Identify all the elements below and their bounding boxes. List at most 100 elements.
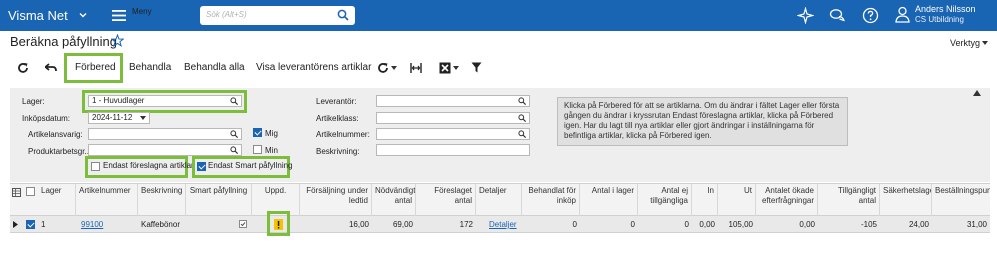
- cell-description: Kaffebönor: [141, 220, 180, 229]
- select-all-checkbox[interactable]: [26, 187, 35, 196]
- article-class-label: Artikelklass:: [316, 114, 359, 123]
- sparkle-icon[interactable]: [797, 7, 814, 24]
- search-icon[interactable]: [230, 146, 238, 154]
- col-smart[interactable]: Smart påfyllning: [186, 184, 252, 217]
- refresh-dropdown-icon[interactable]: [377, 62, 389, 74]
- grid-settings-icon[interactable]: [12, 188, 21, 197]
- search-placeholder: Sök (Alt+S): [206, 10, 247, 19]
- search-icon[interactable]: [230, 130, 238, 138]
- hamburger-icon: [112, 10, 126, 21]
- warehouse-value: 1 - Huvudlager: [92, 96, 145, 105]
- purchase-date-field[interactable]: 2024-11-12: [88, 112, 150, 124]
- smart-checkmark-icon: [239, 220, 247, 228]
- refresh-icon[interactable]: [17, 62, 29, 74]
- col-sales-lead[interactable]: Försäljning under ledtid: [300, 184, 372, 217]
- mine-label: Mig: [265, 129, 278, 138]
- warehouse-field[interactable]: 1 - Huvudlager: [88, 95, 242, 107]
- supplier-label: Leverantör:: [316, 97, 357, 106]
- warning-icon[interactable]: [274, 219, 283, 230]
- col-required[interactable]: Nödvändigt antal: [372, 184, 416, 217]
- col-safety[interactable]: Säkerhetslager: [880, 184, 932, 217]
- chevron-down-icon[interactable]: [78, 10, 88, 20]
- row-select-checkbox[interactable]: [26, 220, 35, 229]
- col-warehouse[interactable]: Lager: [38, 184, 76, 217]
- product-manager-label: Produktarbetsgr...: [28, 147, 92, 156]
- cell-in-stock: 0: [630, 220, 635, 229]
- description-field[interactable]: [376, 144, 530, 156]
- chevron-down-icon[interactable]: [391, 66, 397, 70]
- search-icon[interactable]: [230, 97, 238, 105]
- search-icon[interactable]: [518, 97, 526, 105]
- top-bar: Visma Net Meny Sök (Alt+S) Anders Nilsso…: [0, 0, 997, 31]
- chevron-down-icon[interactable]: [453, 66, 459, 70]
- help-icon[interactable]: [862, 7, 879, 24]
- user-company: CS Utbildning: [915, 15, 964, 24]
- chevron-down-icon[interactable]: [140, 116, 146, 120]
- col-in-stock[interactable]: Antal i lager: [580, 184, 638, 217]
- only-smart-checkbox[interactable]: [197, 162, 206, 171]
- col-details[interactable]: Detaljer: [476, 184, 522, 217]
- cell-order-point: 31,00: [966, 220, 987, 229]
- user-menu[interactable]: Anders Nilsson CS Utbildning: [895, 4, 995, 28]
- cell-increased-demand: 0,00: [799, 220, 815, 229]
- chat-icon[interactable]: [829, 7, 846, 24]
- warehouse-label: Lager:: [22, 97, 45, 106]
- col-available[interactable]: Tillgängligt antal: [818, 184, 880, 217]
- col-in[interactable]: In: [692, 184, 718, 217]
- only-suggested-checkbox[interactable]: [91, 162, 100, 171]
- process-button[interactable]: Behandla: [129, 60, 171, 76]
- search-icon[interactable]: [518, 130, 526, 138]
- user-icon: [895, 6, 910, 23]
- article-class-field[interactable]: [376, 112, 530, 124]
- cell-out: 105,00: [728, 220, 753, 229]
- search-icon[interactable]: [337, 9, 349, 21]
- page-title: Beräkna påfyllning: [10, 34, 117, 49]
- min-label: Min: [265, 146, 278, 155]
- article-number-field[interactable]: [376, 128, 530, 140]
- global-search-input[interactable]: Sök (Alt+S): [200, 6, 355, 25]
- article-manager-label: Artikelansvarig:: [28, 130, 83, 139]
- article-manager-field[interactable]: [88, 128, 242, 140]
- tools-menu[interactable]: Verktyg: [950, 38, 980, 48]
- fit-columns-icon[interactable]: [410, 62, 422, 74]
- description-label: Beskrivning:: [316, 147, 360, 156]
- col-order-point[interactable]: Beställningspunkt: [932, 184, 990, 217]
- min-checkbox[interactable]: [253, 145, 262, 154]
- table-row[interactable]: 1 99100 Kaffebönor 16,00 69,00 172 Detal…: [10, 211, 990, 236]
- col-article-number[interactable]: Artikelnummer: [76, 184, 138, 217]
- search-icon[interactable]: [518, 114, 526, 122]
- product-manager-field[interactable]: [88, 144, 242, 156]
- article-number-label: Artikelnummer:: [316, 130, 370, 139]
- col-not-available[interactable]: Antal ej tillgängliga: [638, 184, 692, 217]
- info-message: Klicka på Förbered för att se artiklarna…: [557, 97, 848, 146]
- cell-article-number-link[interactable]: 99100: [76, 216, 138, 233]
- purchase-date-label: Inköpsdatum:: [22, 114, 71, 123]
- export-excel-icon[interactable]: [439, 62, 451, 74]
- menu-label: Meny: [132, 7, 152, 16]
- user-name: Anders Nilsson: [915, 4, 976, 14]
- prepare-button[interactable]: Förbered: [75, 60, 116, 76]
- cell-in: 0,00: [699, 220, 715, 229]
- col-out[interactable]: Ut: [718, 184, 756, 217]
- collapse-up-icon[interactable]: [973, 90, 981, 96]
- cell-details-link[interactable]: Detaljer: [476, 216, 522, 233]
- cell-sales-lead: 16,00: [348, 220, 369, 229]
- cell-safety: 24,00: [908, 220, 929, 229]
- chevron-down-icon[interactable]: [982, 41, 988, 45]
- col-increased-demand[interactable]: Antalet ökade efterfrågningar: [756, 184, 818, 217]
- row-pointer-icon: [13, 221, 18, 228]
- only-suggested-label: Endast föreslagna artiklar: [103, 161, 194, 170]
- supplier-field[interactable]: [376, 95, 530, 107]
- col-suggested[interactable]: Föreslaget antal: [416, 184, 476, 217]
- cell-warehouse: 1: [41, 220, 46, 229]
- mine-checkbox[interactable]: [253, 128, 262, 137]
- view-vendor-items-button[interactable]: Visa leverantörens artiklar: [256, 60, 371, 76]
- col-processed[interactable]: Behandlat för inköp: [522, 184, 580, 217]
- process-all-button[interactable]: Behandla alla: [184, 60, 245, 76]
- undo-icon[interactable]: [45, 63, 57, 73]
- favorite-star-icon[interactable]: [111, 34, 124, 47]
- cell-processed: 0: [572, 220, 577, 229]
- brand-name[interactable]: Visma Net: [8, 8, 68, 23]
- filter-icon[interactable]: [471, 62, 482, 73]
- col-description[interactable]: Beskrivning: [138, 184, 186, 217]
